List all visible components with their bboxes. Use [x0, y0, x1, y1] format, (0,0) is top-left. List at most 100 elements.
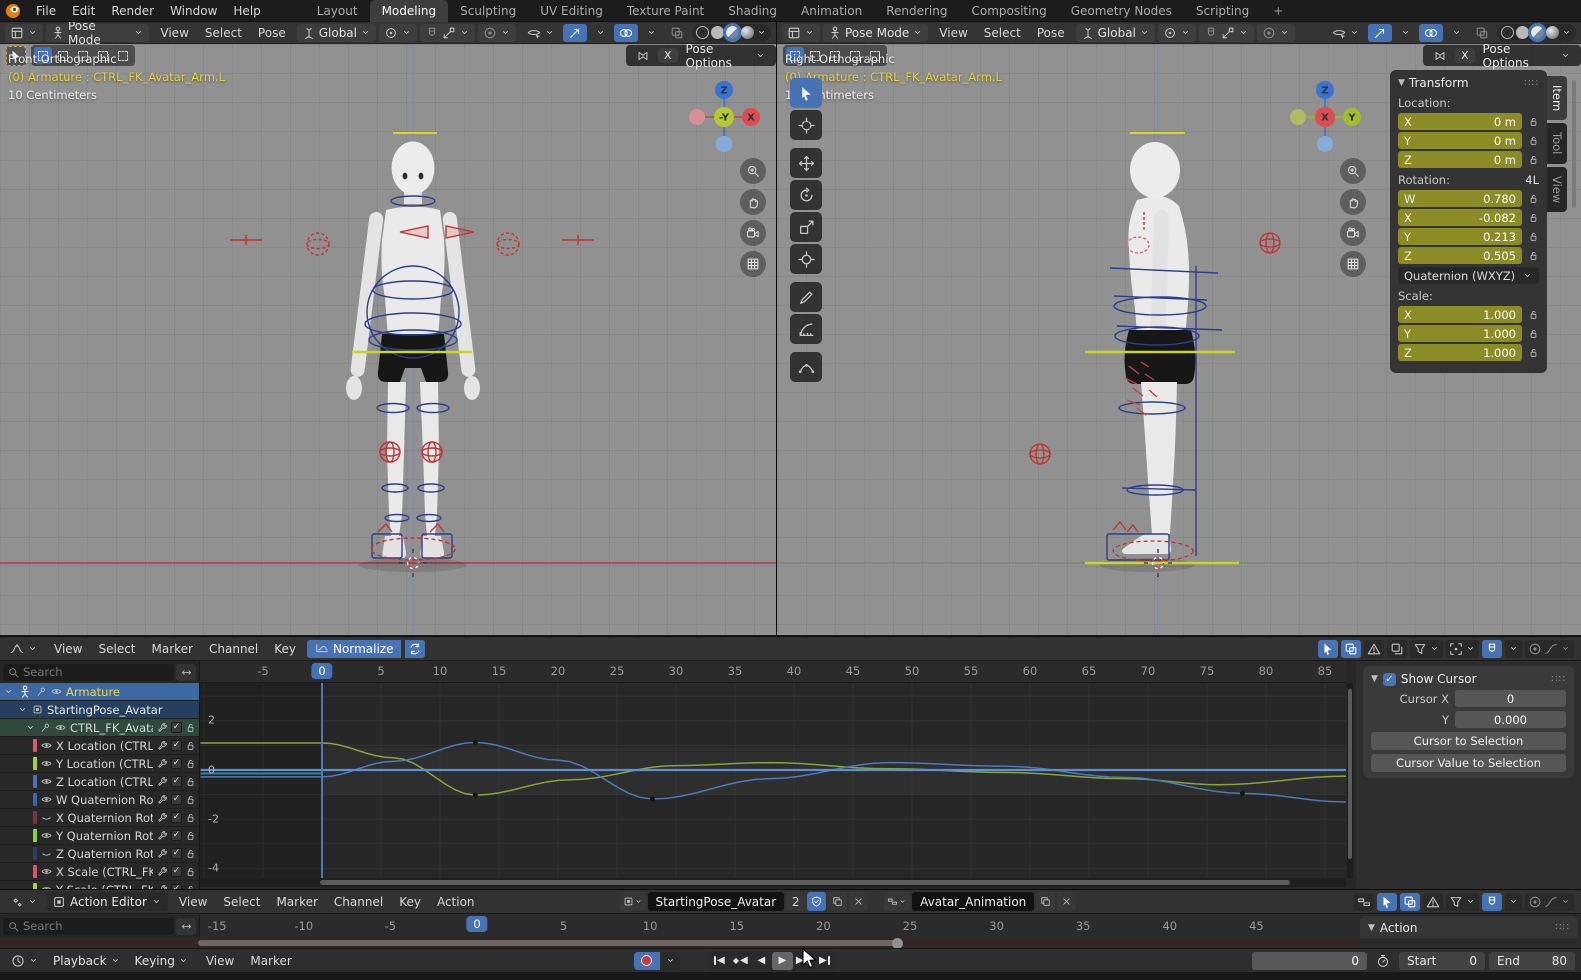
editor-type-button[interactable]: [6, 952, 44, 970]
cursor-follow-toggle[interactable]: [1377, 893, 1397, 911]
rendered-shading-button[interactable]: [1546, 26, 1559, 39]
lock-open-icon[interactable]: [1528, 328, 1539, 339]
channel-row-armature[interactable]: Armature: [0, 683, 199, 700]
workspace-tab-modeling[interactable]: Modeling: [370, 0, 449, 22]
search-input[interactable]: [23, 665, 169, 679]
viewport-canvas[interactable]: X Pose Options Front Orthographic (0) Ar…: [0, 44, 776, 635]
channel-row-z-location-ctrl[interactable]: Z Location (CTRL_ ✓: [0, 773, 199, 790]
auto-keyframe-toggle[interactable]: [634, 952, 660, 970]
use-preview-range-toggle[interactable]: [1371, 952, 1395, 970]
browse-action-button[interactable]: [620, 892, 646, 911]
cursor-value-to-selection-button[interactable]: Cursor Value to Selection: [1371, 754, 1566, 772]
orthographic-toggle-button[interactable]: [740, 251, 766, 277]
menu-select[interactable]: Select: [976, 24, 1029, 42]
filter-invert-button[interactable]: [176, 664, 196, 681]
pin-icon[interactable]: [40, 722, 51, 733]
menu-edit[interactable]: Edit: [64, 2, 103, 20]
menu-render[interactable]: Render: [103, 2, 162, 20]
graph-horizontal-scrollbar[interactable]: [200, 878, 1346, 887]
jump-to-start-button[interactable]: ◀: [709, 952, 730, 970]
mirror-axis-button[interactable]: X: [1455, 48, 1475, 63]
current-frame-badge[interactable]: 0: [466, 916, 487, 932]
lock-open-icon[interactable]: [1528, 250, 1539, 261]
overlays-dropdown[interactable]: [1446, 24, 1467, 42]
pivot-dropdown[interactable]: [379, 24, 417, 42]
current-frame-field[interactable]: 0: [1252, 952, 1367, 970]
action-users-button[interactable]: 2: [786, 892, 805, 911]
ghost-curves-button[interactable]: [1387, 640, 1407, 658]
camera-view-button[interactable]: [1340, 220, 1366, 246]
pivot-dropdown[interactable]: [1158, 24, 1196, 42]
dope-ruler[interactable]: -15-10-50510152025303540450: [200, 914, 1346, 939]
auto-normalize-button[interactable]: [405, 640, 425, 658]
graph-vertical-scrollbar[interactable]: [1347, 683, 1353, 878]
expand-icon[interactable]: [3, 686, 14, 697]
proportional-edit-dropdown[interactable]: [1525, 893, 1574, 911]
lock-open-icon[interactable]: [1528, 193, 1539, 204]
workspace-tab-rendering[interactable]: Rendering: [874, 0, 959, 22]
modifier-icon[interactable]: [157, 758, 168, 769]
zoom-button[interactable]: [740, 158, 766, 184]
only-errors-toggle[interactable]: [1423, 893, 1443, 911]
cursor-follow-toggle[interactable]: [1318, 640, 1338, 658]
chevron-down-icon[interactable]: [756, 27, 767, 38]
location-z-field[interactable]: Z0 m: [1398, 151, 1522, 168]
menu-marker[interactable]: Marker: [268, 893, 325, 911]
eye-closed-icon[interactable]: [41, 812, 52, 823]
mute-checkbox[interactable]: ✓: [171, 722, 182, 733]
bounds-toggle[interactable]: [1400, 893, 1420, 911]
dope-horizontal-scrollbar[interactable]: [198, 940, 898, 946]
workspace-tab-texture-paint[interactable]: Texture Paint: [615, 0, 716, 22]
snap-controls[interactable]: [420, 24, 475, 42]
action-name-field[interactable]: StartingPose_Avatar: [648, 892, 785, 911]
orientation-dropdown[interactable]: Global: [1076, 24, 1155, 42]
editor-type-button[interactable]: [5, 893, 43, 911]
modifier-icon[interactable]: [157, 830, 168, 841]
menu-key[interactable]: Key: [391, 893, 429, 911]
eye-closed-icon[interactable]: [41, 848, 52, 859]
current-frame-badge[interactable]: 0: [311, 663, 332, 679]
mode-dropdown[interactable]: Pose Mode: [823, 24, 928, 42]
blender-logo-icon[interactable]: [0, 3, 26, 19]
menu-view[interactable]: View: [198, 952, 242, 970]
eye-icon[interactable]: [55, 722, 66, 733]
modifier-icon[interactable]: [157, 794, 168, 805]
menu-select[interactable]: Select: [90, 640, 143, 658]
menu-marker[interactable]: Marker: [242, 952, 299, 970]
rotation-mode-dropdown[interactable]: Quaternion (WXYZ): [1398, 267, 1539, 284]
lock-open-icon[interactable]: [1528, 154, 1539, 165]
workspace-tab-uv-editing[interactable]: UV Editing: [528, 0, 615, 22]
solid-shading-button[interactable]: [1516, 26, 1529, 39]
xray-toggle[interactable]: [1470, 24, 1494, 42]
x-mirror-toggle[interactable]: [1426, 48, 1454, 64]
workspace-tab-animation[interactable]: Animation: [789, 0, 874, 22]
jump-to-end-button[interactable]: ▶: [814, 952, 835, 970]
lock-open-icon[interactable]: [1528, 347, 1539, 358]
cursor-tool[interactable]: [790, 110, 822, 140]
menu-select[interactable]: Select: [197, 24, 250, 42]
proportional-edit-controls[interactable]: [478, 24, 516, 42]
expand-icon[interactable]: [25, 722, 36, 733]
eye-icon[interactable]: [41, 740, 52, 751]
bounds-toggle[interactable]: [1341, 640, 1361, 658]
lock-open-icon[interactable]: [1528, 212, 1539, 223]
channel-row-y-location-ctrl[interactable]: Y Location (CTRL_ ✓: [0, 755, 199, 772]
navigation-gizmo[interactable]: Z Y X: [1288, 80, 1362, 154]
start-frame-field[interactable]: Start0: [1399, 952, 1485, 970]
new-action-button[interactable]: [828, 892, 847, 911]
mute-checkbox[interactable]: ✓: [171, 866, 182, 877]
sidebar-scrollbar[interactable]: [1572, 80, 1576, 208]
filter-dropdown[interactable]: [1446, 893, 1479, 911]
menu-marker[interactable]: Marker: [144, 640, 201, 658]
push-down-button[interactable]: [1036, 892, 1055, 911]
scale-x-field[interactable]: X1.000: [1398, 306, 1522, 323]
solid-shading-button[interactable]: [711, 26, 724, 39]
sync-toggle[interactable]: [1354, 893, 1374, 911]
pan-button[interactable]: [740, 189, 766, 215]
rotate-tool[interactable]: [790, 180, 822, 210]
lock-open-icon[interactable]: [185, 830, 196, 841]
fake-user-toggle[interactable]: [807, 892, 826, 911]
material-preview-shading-button[interactable]: [1531, 26, 1544, 39]
eye-icon[interactable]: [41, 830, 52, 841]
playback-dropdown[interactable]: Playback: [48, 952, 126, 970]
